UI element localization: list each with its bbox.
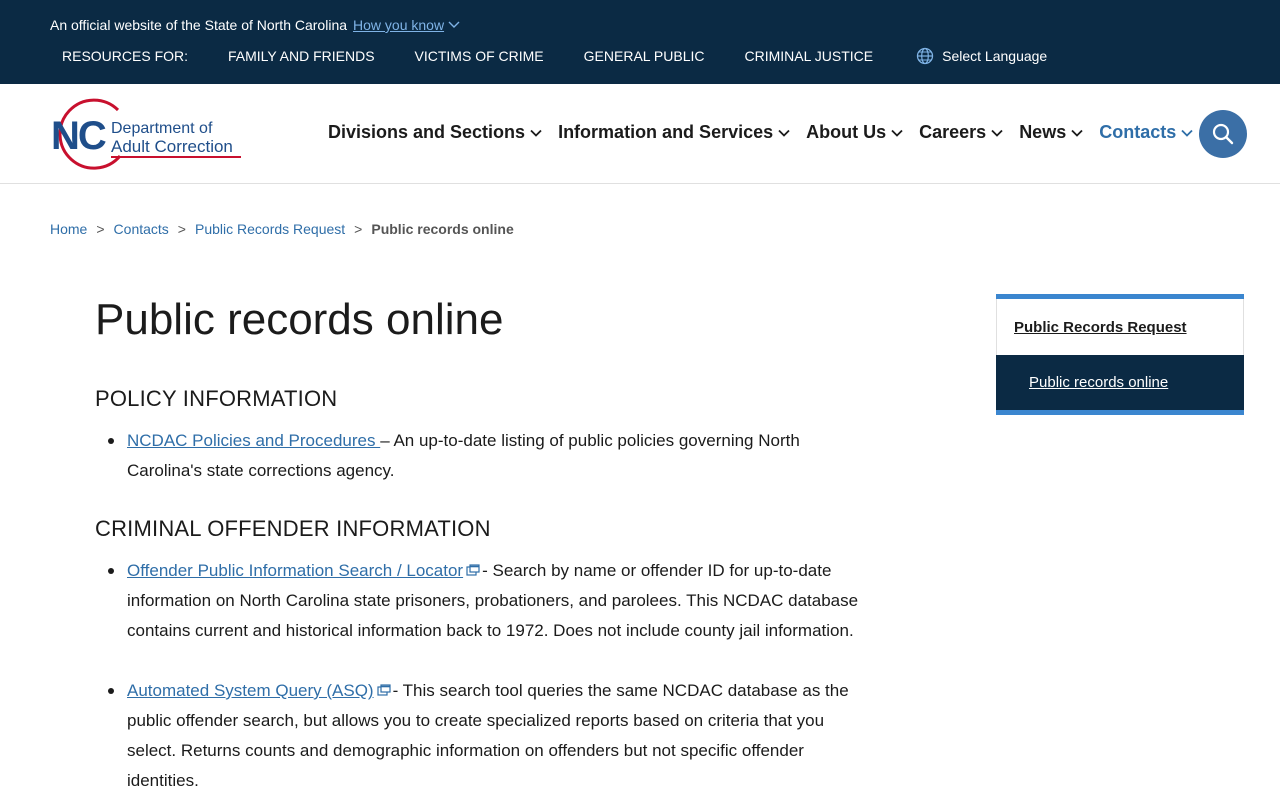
- nav-divisions-and-sections[interactable]: Divisions and Sections: [328, 122, 542, 143]
- list-item: NCDAC Policies and Procedures – An up-to…: [108, 426, 865, 486]
- search-button[interactable]: [1199, 110, 1247, 158]
- logo-abbr: NC: [51, 114, 107, 158]
- breadcrumb-separator: >: [354, 221, 363, 237]
- search-icon: [1212, 123, 1234, 145]
- side-nav: Public Records Request Public records on…: [996, 294, 1244, 415]
- nav-contacts[interactable]: Contacts: [1099, 122, 1193, 143]
- side-nav-parent: Public Records Request: [996, 299, 1244, 355]
- nav-label: Information and Services: [558, 122, 774, 142]
- nav-news[interactable]: News: [1019, 122, 1083, 143]
- offender-list: Offender Public Information Search / Loc…: [108, 556, 865, 796]
- breadcrumb-separator: >: [96, 221, 105, 237]
- logo-wordmark: Department of Adult Correction: [111, 120, 233, 156]
- main-nav: Divisions and Sections Information and S…: [328, 122, 1209, 143]
- resources-bar: RESOURCES FOR: FAMILY AND FRIENDS VICTIM…: [62, 47, 1047, 65]
- nav-information-and-services[interactable]: Information and Services: [558, 122, 790, 143]
- chevron-down-icon: [448, 21, 460, 28]
- official-banner: An official website of the State of Nort…: [0, 0, 1280, 84]
- nav-about-us[interactable]: About Us: [806, 122, 903, 143]
- breadcrumb-home[interactable]: Home: [50, 221, 87, 237]
- nav-label: About Us: [806, 122, 887, 142]
- chevron-down-icon: [530, 129, 542, 137]
- chevron-down-icon: [778, 129, 790, 137]
- how-you-know-label: How you know: [353, 17, 445, 33]
- resources-label: RESOURCES FOR:: [62, 48, 189, 64]
- policy-information-section: POLICY INFORMATION NCDAC Policies and Pr…: [95, 386, 865, 486]
- site-header: NC Department of Adult Correction Divisi…: [0, 84, 1280, 184]
- policy-list: NCDAC Policies and Procedures – An up-to…: [108, 426, 865, 486]
- chevron-down-icon: [891, 129, 903, 137]
- chevron-down-icon: [1071, 129, 1083, 137]
- section-heading: POLICY INFORMATION: [95, 386, 338, 411]
- resource-link-victims-of-crime[interactable]: VICTIMS OF CRIME: [415, 48, 544, 64]
- asq-link[interactable]: Automated System Query (ASQ): [127, 681, 374, 700]
- list-item: Automated System Query (ASQ) - This searc…: [108, 676, 865, 796]
- ncdac-policies-link[interactable]: NCDAC Policies and Procedures: [127, 431, 380, 450]
- nav-label: Careers: [919, 122, 987, 142]
- logo-line-1: Department of: [111, 120, 213, 137]
- side-nav-public-records-online[interactable]: Public records online: [1029, 374, 1168, 391]
- chevron-down-icon: [1181, 129, 1193, 137]
- official-text: An official website of the State of Nort…: [50, 17, 348, 33]
- offender-search-link[interactable]: Offender Public Information Search / Loc…: [127, 561, 463, 580]
- globe-icon: [916, 47, 934, 65]
- list-item: Offender Public Information Search / Loc…: [108, 556, 865, 646]
- main-content: Public records online POLICY INFORMATION…: [95, 292, 865, 796]
- breadcrumb-contacts[interactable]: Contacts: [114, 221, 169, 237]
- nav-careers[interactable]: Careers: [919, 122, 1003, 143]
- logo-line-2: Adult Correction: [111, 137, 233, 156]
- chevron-down-icon: [991, 129, 1003, 137]
- breadcrumb-public-records-request[interactable]: Public Records Request: [195, 221, 345, 237]
- how-you-know-link[interactable]: How you know: [353, 17, 460, 33]
- breadcrumb-separator: >: [177, 221, 186, 237]
- page-title: Public records online: [95, 295, 504, 344]
- side-nav-child-active: Public records online: [996, 355, 1244, 410]
- external-link-icon: [376, 683, 391, 696]
- resource-link-general-public[interactable]: GENERAL PUBLIC: [584, 48, 705, 64]
- section-heading: CRIMINAL OFFENDER INFORMATION: [95, 516, 491, 541]
- resource-link-family-and-friends[interactable]: FAMILY AND FRIENDS: [228, 48, 375, 64]
- side-nav-public-records-request[interactable]: Public Records Request: [1014, 319, 1187, 336]
- logo-underline: [111, 156, 241, 158]
- nav-label: Contacts: [1099, 122, 1177, 142]
- nav-label: News: [1019, 122, 1067, 142]
- nav-label: Divisions and Sections: [328, 122, 526, 142]
- language-label: Select Language: [942, 48, 1048, 64]
- breadcrumb: Home > Contacts > Public Records Request…: [50, 221, 514, 237]
- external-link-icon: [466, 563, 480, 576]
- criminal-offender-information-section: CRIMINAL OFFENDER INFORMATION Offender P…: [95, 516, 865, 796]
- resource-link-criminal-justice[interactable]: CRIMINAL JUSTICE: [745, 48, 874, 64]
- site-logo[interactable]: NC Department of Adult Correction: [50, 96, 250, 172]
- official-notice: An official website of the State of Nort…: [50, 17, 460, 33]
- language-selector[interactable]: Select Language: [916, 47, 1047, 65]
- breadcrumb-current: Public records online: [371, 221, 514, 237]
